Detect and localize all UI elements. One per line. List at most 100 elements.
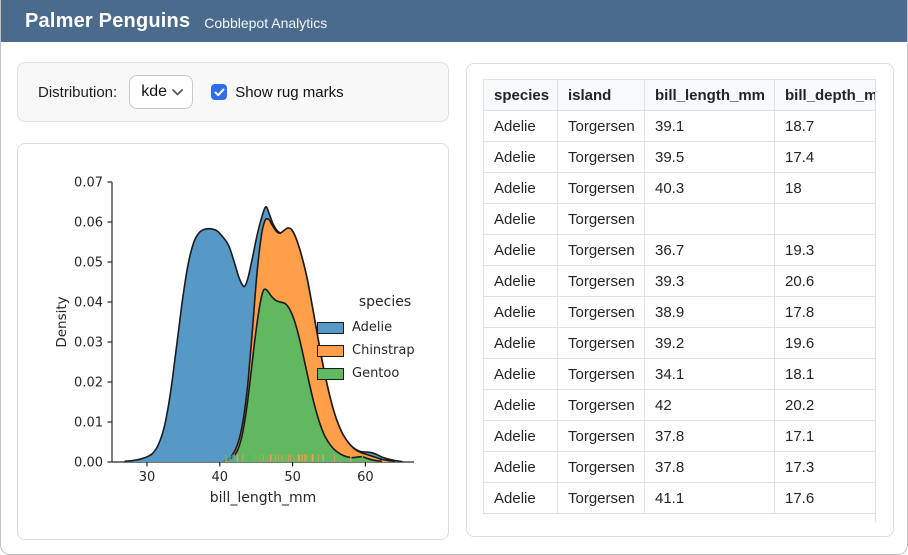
column-header-island: island — [558, 80, 645, 111]
table-row: AdelieTorgersen36.719.3 — [484, 235, 877, 266]
table-cell: 18.7 — [775, 111, 877, 142]
chart-panel: 0.000.010.020.030.040.050.060.0730405060… — [17, 143, 449, 540]
distribution-select[interactable]: kde — [129, 75, 193, 109]
table-cell: Adelie — [484, 235, 558, 266]
table-cell: 17.1 — [775, 421, 877, 452]
table-row: AdelieTorgersen39.219.6 — [484, 328, 877, 359]
table-cell: 39.3 — [645, 266, 775, 297]
table-cell: Torgersen — [558, 142, 645, 173]
app-header: Palmer Penguins Cobblepot Analytics — [1, 0, 907, 42]
rug-checkbox-group: Show rug marks — [211, 84, 343, 101]
table-row: AdelieTorgersen39.517.4 — [484, 142, 877, 173]
table-cell: Adelie — [484, 204, 558, 235]
table-row: AdelieTorgersen — [484, 204, 877, 235]
svg-text:Density: Density — [54, 296, 70, 347]
table-cell: Adelie — [484, 142, 558, 173]
table-cell: Torgersen — [558, 390, 645, 421]
table-cell: Adelie — [484, 266, 558, 297]
table-cell: 20.2 — [775, 390, 877, 421]
distribution-label: Distribution: — [38, 84, 117, 101]
table-cell: 34.1 — [645, 359, 775, 390]
table-cell: Torgersen — [558, 204, 645, 235]
table-row: AdelieTorgersen39.320.6 — [484, 266, 877, 297]
controls-panel: Distribution: kde Show rug marks — [17, 62, 449, 122]
table-cell: 18.1 — [775, 359, 877, 390]
table-cell: Adelie — [484, 359, 558, 390]
table-cell: Adelie — [484, 390, 558, 421]
checkmark-icon — [214, 88, 225, 97]
legend-swatch-adelie — [317, 322, 344, 334]
table-cell: Torgersen — [558, 266, 645, 297]
column-header-bill_length_mm: bill_length_mm — [645, 80, 775, 111]
table-cell: Torgersen — [558, 452, 645, 483]
table-row: AdelieTorgersen4220.2 — [484, 390, 877, 421]
table-cell: 37.8 — [645, 421, 775, 452]
table-cell: 41.1 — [645, 483, 775, 514]
table-cell: Torgersen — [558, 235, 645, 266]
table-cell: Torgersen — [558, 328, 645, 359]
table-row: AdelieTorgersen37.817.1 — [484, 421, 877, 452]
table-row: AdelieTorgersen34.118.1 — [484, 359, 877, 390]
table-cell: Adelie — [484, 328, 558, 359]
app-window: Palmer Penguins Cobblepot Analytics Dist… — [0, 0, 908, 555]
legend-label: Chinstrap — [352, 343, 415, 358]
legend-swatch-chinstrap — [317, 345, 344, 357]
svg-text:0.01: 0.01 — [74, 416, 103, 431]
table-cell: Adelie — [484, 483, 558, 514]
table-cell: Adelie — [484, 173, 558, 204]
dataframe-viewport: speciesislandbill_length_mmbill_depth_mm… — [483, 79, 876, 522]
rug-checkbox[interactable] — [211, 84, 227, 100]
table-cell: 40.3 — [645, 173, 775, 204]
table-cell: 19.6 — [775, 328, 877, 359]
table-row: AdelieTorgersen41.117.6 — [484, 483, 877, 514]
table-cell: 17.8 — [775, 297, 877, 328]
svg-text:0.03: 0.03 — [74, 336, 103, 351]
app-title: Palmer Penguins — [25, 10, 190, 33]
table-row: AdelieTorgersen38.917.8 — [484, 297, 877, 328]
table-header-row: speciesislandbill_length_mmbill_depth_mm — [484, 80, 877, 111]
table-cell: Torgersen — [558, 483, 645, 514]
svg-text:50: 50 — [284, 470, 301, 485]
legend-label: Gentoo — [352, 366, 399, 381]
table-row: AdelieTorgersen37.817.3 — [484, 452, 877, 483]
svg-text:bill_length_mm: bill_length_mm — [210, 490, 316, 506]
legend-entry-chinstrap: Chinstrap — [314, 339, 456, 362]
table-cell: 38.9 — [645, 297, 775, 328]
table-cell: 17.3 — [775, 452, 877, 483]
svg-text:60: 60 — [357, 470, 374, 485]
table-cell: Torgersen — [558, 421, 645, 452]
table-panel: speciesislandbill_length_mmbill_depth_mm… — [466, 63, 894, 537]
table-cell: 39.5 — [645, 142, 775, 173]
svg-text:0.05: 0.05 — [74, 256, 103, 271]
table-cell: 20.6 — [775, 266, 877, 297]
table-row: AdelieTorgersen40.318 — [484, 173, 877, 204]
column-header-bill_depth_mm: bill_depth_mm — [775, 80, 877, 111]
table-cell: 39.2 — [645, 328, 775, 359]
svg-text:0.07: 0.07 — [74, 176, 103, 191]
table-cell: Torgersen — [558, 111, 645, 142]
app-subtitle: Cobblepot Analytics — [204, 12, 327, 31]
table-cell — [645, 204, 775, 235]
table-cell: 17.4 — [775, 142, 877, 173]
svg-text:0.00: 0.00 — [74, 456, 103, 471]
chevron-down-icon — [172, 89, 183, 96]
table-cell: 36.7 — [645, 235, 775, 266]
legend-title: species — [314, 294, 456, 310]
chart-legend: species Adelie Chinstrap Gentoo — [314, 294, 456, 385]
table-cell: 17.6 — [775, 483, 877, 514]
legend-entry-gentoo: Gentoo — [314, 362, 456, 385]
svg-text:0.06: 0.06 — [74, 216, 103, 231]
table-cell — [775, 204, 877, 235]
column-header-species: species — [484, 80, 558, 111]
table-cell: Adelie — [484, 111, 558, 142]
table-cell: Adelie — [484, 421, 558, 452]
table-cell: 37.8 — [645, 452, 775, 483]
svg-text:40: 40 — [212, 470, 229, 485]
legend-swatch-gentoo — [317, 368, 344, 380]
distribution-select-value: kde — [141, 83, 167, 101]
rug-checkbox-label: Show rug marks — [235, 84, 343, 101]
svg-text:30: 30 — [139, 470, 156, 485]
svg-text:0.04: 0.04 — [74, 296, 103, 311]
table-row: AdelieTorgersen39.118.7 — [484, 111, 877, 142]
table-cell: 42 — [645, 390, 775, 421]
